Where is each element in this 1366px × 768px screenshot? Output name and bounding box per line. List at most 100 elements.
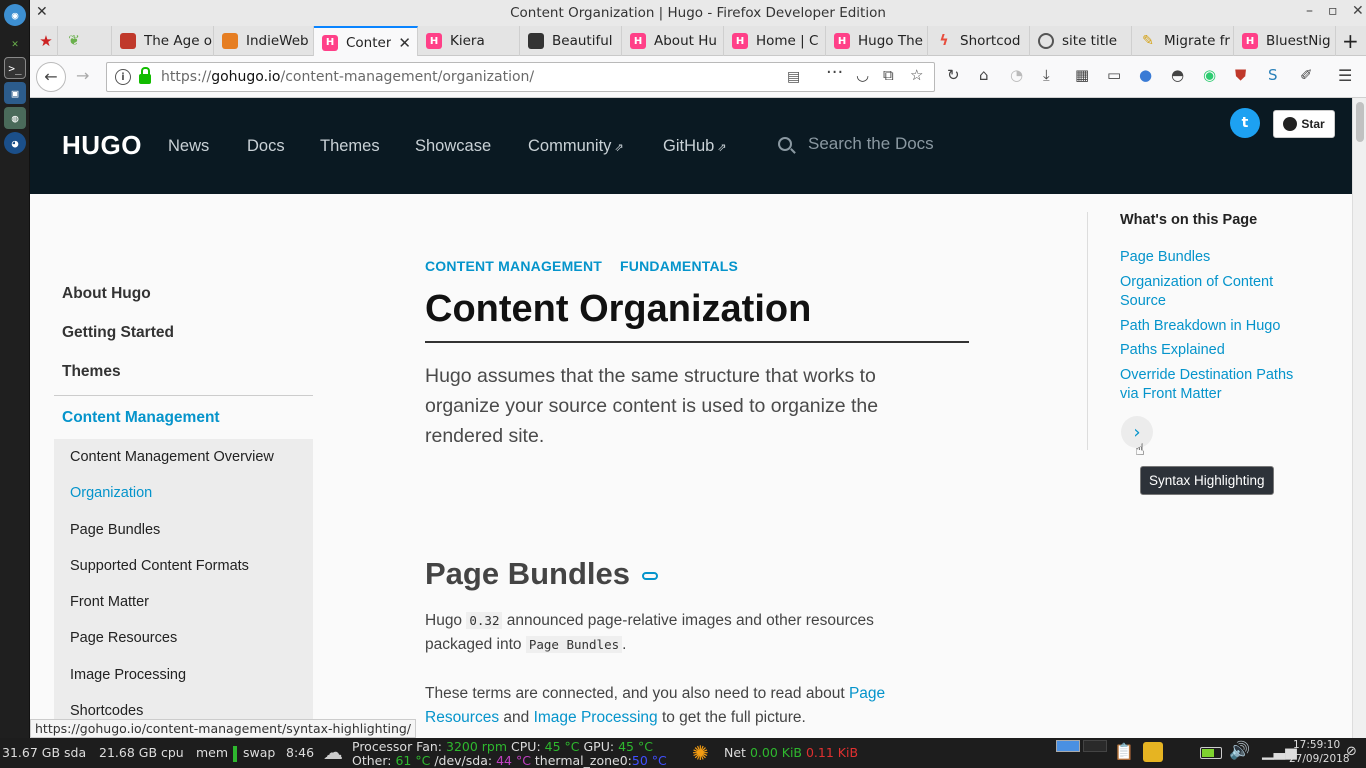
x-app-icon[interactable]: ✕ [4, 32, 26, 54]
tab-beautiful[interactable]: Beautiful [520, 26, 622, 56]
power-icon[interactable]: ⊘ [1346, 744, 1357, 759]
nav-themes[interactable]: Themes [320, 137, 380, 156]
sidebar-section-themes[interactable]: Themes [54, 356, 313, 395]
anchor-link-icon[interactable] [642, 572, 658, 580]
search-input[interactable] [808, 134, 1068, 154]
sidebar-item-image-processing[interactable]: Image Processing [54, 661, 313, 697]
toc-link-paths-explained[interactable]: Paths Explained [1120, 341, 1300, 361]
nav-github[interactable]: GitHub ⇗ [663, 137, 727, 156]
tab-indieweb[interactable]: IndieWeb [214, 26, 314, 56]
firefox-icon[interactable]: ◕ [4, 132, 26, 154]
window-titlebar: ✕ Content Organization | Hugo - Firefox … [30, 0, 1366, 26]
battery-icon[interactable] [1200, 747, 1222, 759]
nav-news[interactable]: News [168, 137, 209, 156]
clock-date: 27/09/2018 [1289, 753, 1350, 765]
screenshot-icon[interactable]: ⧉ [883, 66, 894, 84]
back-button[interactable]: ← [36, 62, 66, 92]
tooltip: Syntax Highlighting [1140, 466, 1274, 495]
toc-link-page-bundles[interactable]: Page Bundles [1120, 248, 1300, 268]
window-close-icon[interactable]: ✕ [36, 4, 48, 20]
sidebar-item-page-resources[interactable]: Page Resources [54, 624, 313, 660]
clipboard-icon[interactable]: 📋 [1114, 742, 1134, 761]
extension-badge-icon[interactable]: ✐ [1300, 66, 1313, 84]
nav-showcase[interactable]: Showcase [415, 137, 491, 156]
sidebar-item-organization[interactable]: Organization [54, 479, 313, 515]
tab-content-organization[interactable]: H Conter ✕ [314, 26, 418, 57]
menu-hamburger-icon[interactable]: ☰ [1338, 66, 1352, 85]
weather-cloud-icon[interactable]: ☁ [323, 740, 343, 764]
tab-shortcodes[interactable]: ϟ Shortcod [928, 26, 1030, 56]
tab-about-hugo[interactable]: H About Hu [622, 26, 724, 56]
extension-green-icon[interactable]: ◉ [1203, 66, 1216, 84]
tab-pinned-1[interactable]: ★ [30, 26, 58, 56]
tab-site-title[interactable]: site title [1030, 26, 1132, 56]
workspace-1[interactable] [1056, 740, 1080, 752]
scrollbar-thumb[interactable] [1356, 102, 1364, 142]
rss-icon[interactable]: ◔ [1010, 66, 1023, 84]
downloads-icon[interactable]: ⤓ [1043, 66, 1050, 84]
github-star-button[interactable]: Star [1273, 110, 1335, 138]
sidebar-section-content-management[interactable]: Content Management [54, 395, 313, 439]
page-title: Content Organization [425, 288, 969, 343]
desktop-icon[interactable]: ▣ [4, 82, 26, 104]
maximize-icon[interactable]: ▫ [1328, 3, 1338, 19]
incognito-icon[interactable]: ◓ [1171, 66, 1184, 84]
sidebar-item-front-matter[interactable]: Front Matter [54, 588, 313, 624]
red-star-icon: ★ [39, 32, 53, 50]
tab-hugo-themes[interactable]: H Hugo The [826, 26, 928, 56]
sidebar-item-overview[interactable]: Content Management Overview [54, 443, 313, 479]
network-icon[interactable]: ◍ [4, 107, 26, 129]
reload-icon[interactable]: ↻ [947, 66, 960, 84]
skype-icon[interactable]: S [1268, 66, 1278, 84]
link-image-processing[interactable]: Image Processing [534, 709, 658, 726]
bookmark-star-icon[interactable]: ☆ [910, 66, 923, 84]
sun-icon[interactable]: ✺ [692, 741, 709, 765]
sidebar-icon[interactable]: ▭ [1107, 66, 1121, 84]
nav-community[interactable]: Community ⇗ [528, 137, 624, 156]
nav-docs[interactable]: Docs [247, 137, 285, 156]
globe-icon[interactable]: ● [1139, 66, 1152, 84]
navigation-toolbar: ← → i https://gohugo.io/content-manageme… [30, 56, 1366, 98]
tab-pinned-2[interactable]: ❦ [58, 26, 112, 56]
toc-link-organization[interactable]: Organization of Content Source [1120, 273, 1300, 312]
tab-age[interactable]: The Age o [112, 26, 214, 56]
page-actions-icon[interactable]: ··· [826, 62, 843, 83]
distro-logo-icon[interactable]: ◉ [4, 4, 26, 26]
sidebar-item-content-formats[interactable]: Supported Content Formats [54, 552, 313, 588]
tab-kiera[interactable]: H Kiera [418, 26, 520, 56]
sidebar-section-getting-started[interactable]: Getting Started [54, 317, 313, 356]
tab-bluestnight[interactable]: H BluestNig [1234, 26, 1336, 56]
info-icon[interactable]: i [115, 69, 131, 85]
close-window-icon[interactable]: ✕ [1352, 3, 1364, 19]
hugo-favicon: H [630, 33, 646, 49]
sidebar-subnav: Content Management Overview Organization… [54, 439, 313, 734]
url-text[interactable]: https://gohugo.io/content-management/org… [161, 69, 534, 85]
new-tab-button[interactable]: + [1336, 26, 1366, 56]
workspace-2[interactable] [1083, 740, 1107, 752]
forward-button[interactable]: → [76, 66, 89, 86]
tab-migrate[interactable]: ✎ Migrate fr [1132, 26, 1234, 56]
tab-close-icon[interactable]: ✕ [398, 34, 411, 52]
library-icon[interactable]: ▦ [1075, 66, 1089, 84]
home-icon[interactable]: ⌂ [979, 66, 989, 84]
hugo-logo[interactable]: HUGO [62, 130, 142, 161]
crumb-fundamentals[interactable]: FUNDAMENTALS [620, 258, 738, 274]
volume-icon[interactable]: 🔊 [1229, 741, 1250, 761]
terminal-icon[interactable]: >_ [4, 57, 26, 79]
window-title: Content Organization | Hugo - Firefox De… [510, 5, 886, 21]
breadcrumb: CONTENT MANAGEMENT FUNDAMENTALS [425, 258, 975, 274]
ublock-icon[interactable]: ⛊ [1235, 66, 1246, 84]
pocket-icon[interactable]: ◡ [856, 66, 869, 84]
minimize-icon[interactable]: – [1306, 3, 1313, 19]
sidebar-item-page-bundles[interactable]: Page Bundles [54, 516, 313, 552]
twitter-icon[interactable]: t [1230, 108, 1260, 138]
page-scrollbar[interactable] [1352, 98, 1366, 738]
crumb-content-management[interactable]: CONTENT MANAGEMENT [425, 258, 602, 274]
toc-link-override-paths[interactable]: Override Destination Paths via Front Mat… [1120, 366, 1300, 405]
toc-link-path-breakdown[interactable]: Path Breakdown in Hugo [1120, 317, 1300, 337]
reader-view-icon[interactable]: ▤ [787, 69, 800, 85]
tab-home[interactable]: H Home | C [724, 26, 826, 56]
notes-icon[interactable] [1143, 742, 1163, 762]
sidebar-section-about-hugo[interactable]: About Hugo [54, 278, 313, 317]
url-bar[interactable]: i https://gohugo.io/content-management/o… [106, 62, 935, 92]
